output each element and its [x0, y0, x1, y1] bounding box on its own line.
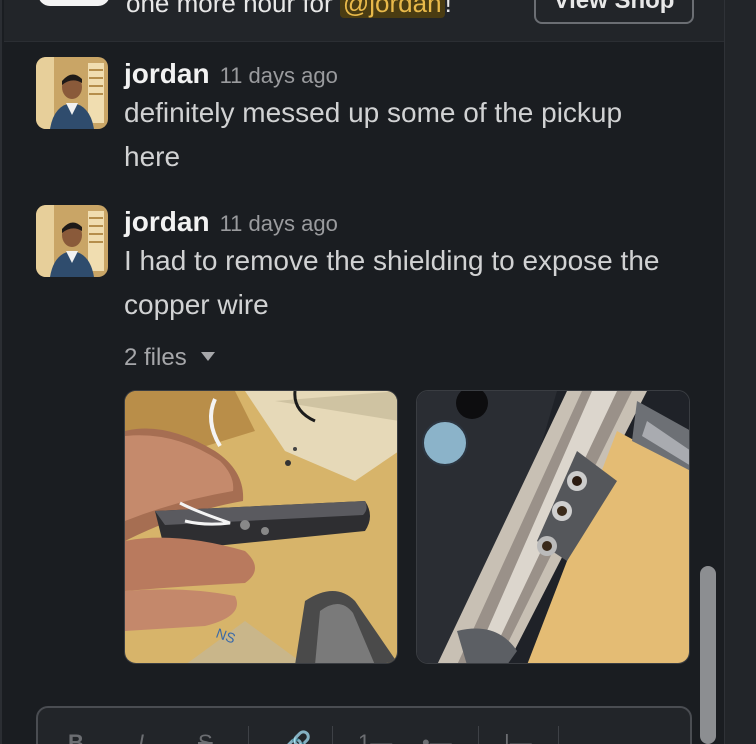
shop-logo-icon — [38, 0, 110, 6]
author-name[interactable]: jordan — [124, 206, 210, 237]
app-window: one more hour for @jordan! View Shop jor… — [0, 0, 756, 744]
banner-text-prefix: one more hour for — [126, 0, 340, 18]
side-panel-edge — [724, 0, 756, 744]
message-item[interactable]: jordan 11 days ago definitely messed up s… — [36, 57, 696, 177]
shop-banner: one more hour for @jordan! View Shop — [4, 0, 726, 42]
avatar[interactable] — [36, 205, 108, 277]
message-composer[interactable]: B I S 🔗 1— •— |— — [36, 706, 692, 744]
author-name[interactable]: jordan — [124, 58, 210, 89]
link-button[interactable]: 🔗 — [284, 730, 311, 744]
files-toggle[interactable]: 2 files — [124, 344, 215, 372]
ordered-list-button[interactable]: 1— — [358, 730, 392, 744]
file-thumbnail[interactable]: NS — [124, 390, 398, 664]
toolbar-divider — [248, 726, 249, 744]
message-header: jordan 11 days ago — [124, 57, 684, 91]
caret-down-icon[interactable] — [200, 352, 215, 362]
toolbar-divider — [478, 726, 479, 744]
toolbar-divider — [558, 726, 559, 744]
italic-button[interactable]: I — [138, 730, 144, 744]
message-text: I had to remove the shielding to expose … — [124, 245, 660, 320]
strikethrough-button[interactable]: S — [198, 730, 213, 744]
timestamp[interactable]: 11 days ago — [220, 211, 338, 236]
message-item[interactable]: jordan 11 days ago I had to remove the sh… — [36, 205, 696, 325]
user-mention[interactable]: @jordan — [339, 0, 445, 18]
files-count-label: 2 files — [124, 344, 187, 371]
message-header: jordan 11 days ago — [124, 205, 684, 239]
view-shop-button[interactable]: View Shop — [534, 0, 694, 24]
avatar[interactable] — [36, 57, 108, 129]
message-pane: one more hour for @jordan! View Shop jor… — [0, 0, 726, 744]
blockquote-button[interactable]: |— — [504, 730, 532, 744]
message-body: jordan 11 days ago I had to remove the sh… — [124, 205, 684, 327]
banner-text-suffix: ! — [444, 0, 452, 18]
message-text: definitely messed up some of the pickup … — [124, 97, 623, 172]
file-thumbnail[interactable] — [416, 390, 690, 664]
bold-button[interactable]: B — [68, 730, 84, 744]
scrollbar-thumb[interactable] — [700, 566, 716, 744]
message-body: jordan 11 days ago definitely messed up s… — [124, 57, 684, 179]
timestamp[interactable]: 11 days ago — [220, 63, 338, 88]
bulleted-list-button[interactable]: •— — [422, 730, 452, 744]
banner-message: one more hour for @jordan! — [126, 0, 452, 19]
toolbar-divider — [332, 726, 333, 744]
